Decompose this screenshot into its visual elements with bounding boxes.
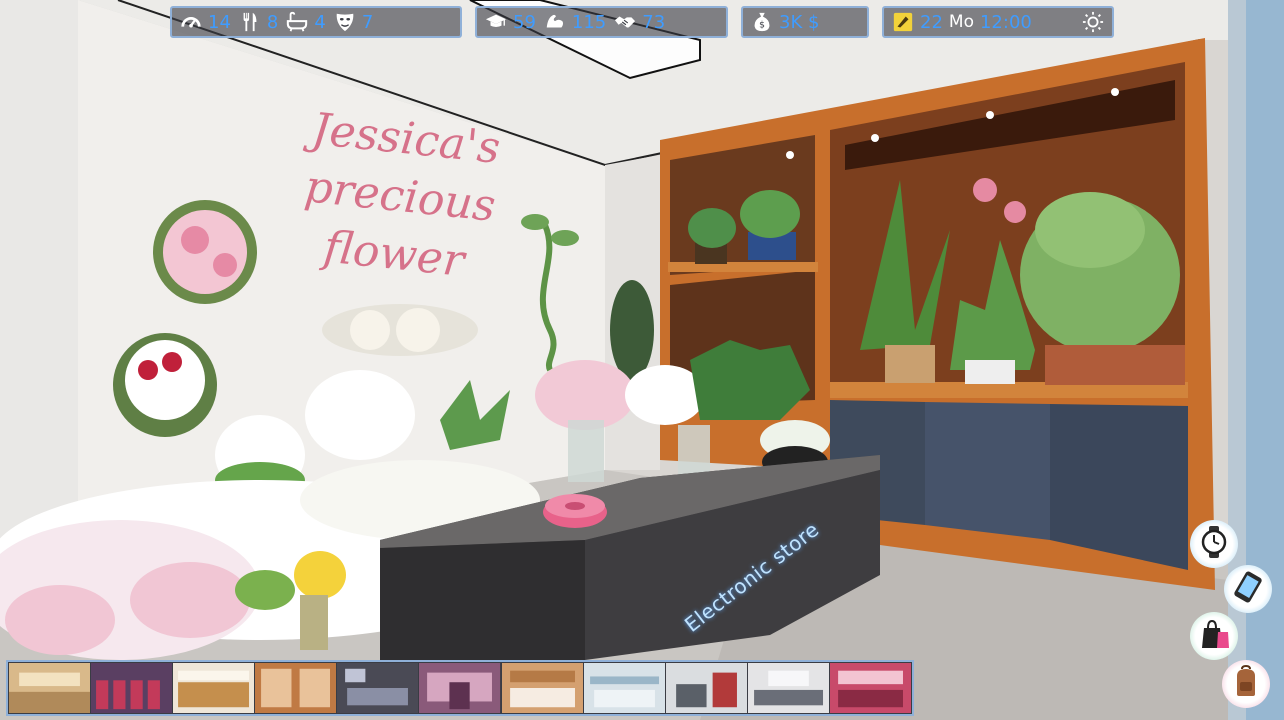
- location-thumb-jewelry-store[interactable]: [747, 663, 829, 713]
- skills-bar: 59 115 73: [475, 6, 728, 38]
- gauge-icon: [180, 11, 202, 33]
- location-thumb-arcade[interactable]: [91, 663, 173, 713]
- graduation-cap-icon: [485, 11, 507, 33]
- clock-value: 12:00: [979, 11, 1032, 33]
- calendar-icon: [892, 11, 914, 33]
- energy-value: 14: [208, 11, 231, 33]
- fun-value: 7: [361, 11, 374, 33]
- fitness-stat[interactable]: 115: [544, 11, 606, 33]
- fitness-value: 115: [571, 11, 607, 33]
- charisma-stat[interactable]: 73: [614, 11, 665, 33]
- money-bag-icon: $: [751, 11, 773, 33]
- location-thumb-toy-store[interactable]: [829, 663, 912, 713]
- mask-icon: [334, 11, 356, 33]
- hunger-stat[interactable]: 8: [239, 11, 278, 33]
- hygiene-stat[interactable]: 4: [286, 11, 326, 33]
- location-thumb-furniture-store[interactable]: [337, 663, 419, 713]
- location-thumb-bookstore[interactable]: [255, 663, 337, 713]
- location-thumb-bakery[interactable]: [173, 663, 255, 713]
- backpack-button[interactable]: [1222, 660, 1270, 708]
- sun-icon[interactable]: [1082, 11, 1104, 33]
- time-bar: 22 Mo 12:00: [882, 6, 1114, 38]
- fork-knife-icon: [239, 11, 261, 33]
- bathtub-icon: [286, 11, 308, 33]
- needs-bar: 14 8 4 7: [170, 6, 462, 38]
- location-thumb-clothing-store[interactable]: [419, 663, 501, 713]
- location-thumb-bedding-store[interactable]: [501, 663, 583, 713]
- wristwatch-icon: [1196, 524, 1232, 564]
- intelligence-stat[interactable]: 59: [485, 11, 536, 33]
- money-stat[interactable]: $ 3K $: [751, 11, 819, 33]
- handshake-icon: [614, 11, 636, 33]
- hygiene-value: 4: [314, 11, 326, 33]
- calendar-stat[interactable]: 22 Mo 12:00: [892, 11, 1032, 33]
- location-thumb-electronics-store[interactable]: [583, 663, 665, 713]
- energy-stat[interactable]: 14: [180, 11, 231, 33]
- svg-text:$: $: [759, 20, 765, 31]
- watch-button[interactable]: [1190, 520, 1238, 568]
- location-thumb-office[interactable]: [665, 663, 747, 713]
- date-value: 22: [920, 11, 943, 33]
- shopping-bag-icon: [1196, 616, 1232, 656]
- intelligence-value: 59: [513, 11, 536, 33]
- money-bar: $ 3K $: [741, 6, 869, 38]
- shop-wall-sign: Jessica's precious flower: [262, 97, 539, 297]
- backpack-icon: [1228, 664, 1264, 704]
- fun-stat[interactable]: 7: [334, 11, 373, 33]
- flower-shop-scene: [0, 0, 1284, 720]
- shopping-bag-button[interactable]: [1190, 612, 1238, 660]
- smartphone-icon: [1230, 569, 1266, 609]
- money-value: 3K $: [779, 11, 820, 33]
- location-thumb-mall-hall[interactable]: [9, 663, 91, 713]
- muscle-arm-icon: [544, 11, 566, 33]
- hunger-value: 8: [266, 11, 279, 33]
- location-strip: [6, 660, 914, 716]
- charisma-value: 73: [642, 11, 666, 33]
- weekday-value: Mo: [948, 12, 974, 32]
- phone-button[interactable]: [1224, 565, 1272, 613]
